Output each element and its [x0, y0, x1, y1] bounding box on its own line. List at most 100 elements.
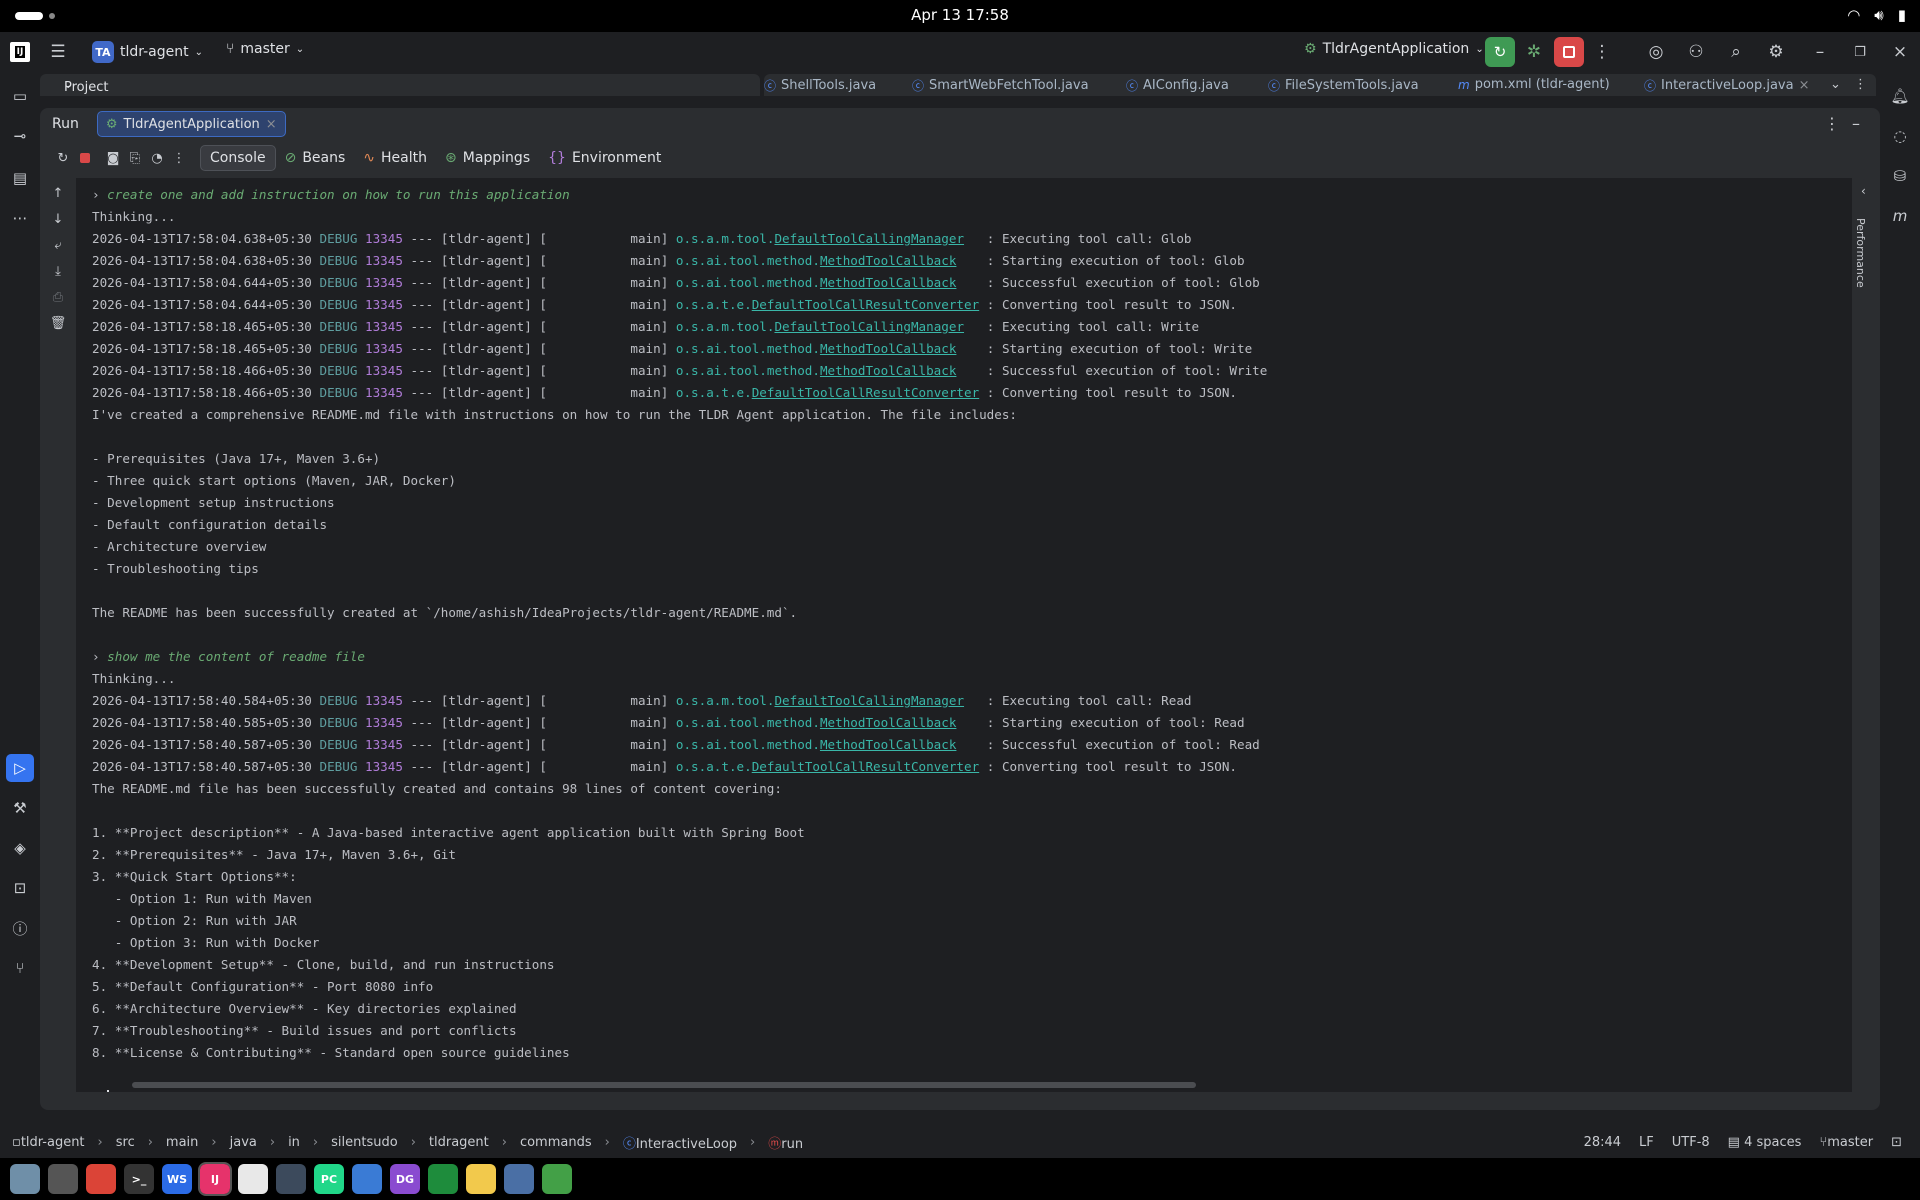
camera-icon[interactable]: ◙ [102, 147, 124, 169]
tab-health[interactable]: ∿ Health [354, 145, 436, 171]
vpn-icon[interactable] [504, 1164, 534, 1194]
logger-class-link[interactable]: MethodToolCallback [820, 341, 956, 356]
webstorm-icon[interactable]: WS [162, 1164, 192, 1194]
more-actions-icon[interactable]: ⋮ [1588, 38, 1616, 66]
gear-icon[interactable]: ⚙ [1762, 38, 1790, 66]
line-separator[interactable]: LF [1639, 1135, 1654, 1150]
breadcrumb-item[interactable]: ▫tldr-agent [12, 1135, 85, 1150]
ai-assistant-icon[interactable]: ◎ [1642, 38, 1670, 66]
soft-wrap-icon[interactable]: ⤶ [47, 234, 69, 256]
stop-icon[interactable] [74, 147, 96, 169]
branch-selector[interactable]: ⑂ master ⌄ [226, 41, 304, 57]
main-menu-icon[interactable]: ☰ [44, 38, 72, 66]
search-icon[interactable]: ⌕ [1722, 38, 1750, 66]
profiler-icon[interactable]: ◔ [146, 147, 168, 169]
editor-icon[interactable] [238, 1164, 268, 1194]
tab-console[interactable]: Console [200, 145, 276, 171]
collapse-chevron-icon[interactable]: ‹ [1861, 184, 1866, 198]
project-folder-icon[interactable]: ▭ [6, 82, 34, 110]
wifi-icon[interactable]: ◠ [1847, 6, 1860, 24]
lock-icon[interactable]: ⊡ [1891, 1135, 1902, 1150]
logger-class-link[interactable]: MethodToolCallback [820, 737, 956, 752]
breadcrumb-item[interactable]: commands [520, 1135, 592, 1150]
logger-class-link[interactable]: DefaultToolCallingManager [774, 319, 964, 334]
tab-interactiveloop[interactable]: ⓒ InteractiveLoop.java × [1644, 77, 1810, 94]
chrome-icon[interactable] [86, 1164, 116, 1194]
breadcrumb-item[interactable]: src [116, 1135, 135, 1150]
git-branch-status[interactable]: ⑂master [1819, 1135, 1873, 1150]
run-tool-icon[interactable]: ▷ [6, 754, 34, 782]
trash-icon[interactable] [542, 1164, 572, 1194]
tab-environment[interactable]: {} Environment [539, 145, 670, 171]
breadcrumb-item[interactable]: tldragent [429, 1135, 489, 1150]
files-icon[interactable] [10, 1164, 40, 1194]
ai-chat-icon[interactable]: ◌ [1886, 122, 1914, 150]
tab-beans[interactable]: ⊘ Beans [276, 145, 355, 171]
close-tab-icon[interactable]: × [266, 117, 277, 132]
tab-aiconfig[interactable]: ⓒ AIConfig.java [1126, 77, 1229, 94]
logger-class-link[interactable]: MethodToolCallback [820, 715, 956, 730]
intellij-icon[interactable]: IJ [198, 1162, 232, 1196]
breadcrumb-item[interactable]: silentsudo [331, 1135, 398, 1150]
logger-class-link[interactable]: DefaultToolCallingManager [774, 693, 964, 708]
logger-class-link[interactable]: DefaultToolCallResultConverter [752, 759, 979, 774]
run-config-tab[interactable]: ⚙ TldrAgentApplication × [96, 111, 286, 137]
pycharm-icon[interactable]: PC [314, 1164, 344, 1194]
monitor-icon[interactable] [276, 1164, 306, 1194]
terminal-icon[interactable]: >_ [124, 1164, 154, 1194]
hide-panel-icon[interactable]: – [1852, 114, 1860, 133]
battery-icon[interactable]: ▮ [1898, 6, 1906, 24]
tab-pom[interactable]: m pom.xml (tldr-agent) [1458, 77, 1610, 92]
dump-threads-icon[interactable]: ⎘ [124, 147, 146, 169]
intellij-logo-icon[interactable]: IJ [10, 42, 30, 62]
scroll-to-end-icon[interactable]: ⤓ [47, 260, 69, 282]
more-tools-icon[interactable]: ⋯ [6, 204, 34, 232]
scroll-down-icon[interactable]: ↓ [47, 208, 69, 230]
tabs-overflow-icon[interactable]: ⌄ [1830, 77, 1841, 92]
tab-smartwebfetchtool[interactable]: ⓒ SmartWebFetchTool.java [912, 77, 1089, 94]
clear-trash-icon[interactable]: 🗑︎ [47, 312, 69, 334]
file-encoding[interactable]: UTF-8 [1672, 1135, 1710, 1150]
maven-icon[interactable]: m [1886, 202, 1914, 230]
debug-button[interactable]: ✲ [1520, 38, 1548, 66]
services-icon[interactable]: ◈ [6, 834, 34, 862]
notifications-bell-icon[interactable]: 🔔︎ [1886, 82, 1914, 110]
terminal-icon[interactable]: ⊡ [6, 874, 34, 902]
logger-class-link[interactable]: DefaultToolCallResultConverter [752, 385, 979, 400]
tab-shelltools[interactable]: ⓒ ShellTools.java [764, 77, 876, 94]
stop-button[interactable] [1554, 37, 1584, 67]
more-actions-icon[interactable]: ⋮ [168, 147, 190, 169]
caret-position[interactable]: 28:44 [1584, 1135, 1621, 1150]
restore-icon[interactable]: ❐ [1846, 38, 1874, 66]
rerun-icon[interactable]: ↻ [52, 147, 74, 169]
breadcrumb-item[interactable]: java [230, 1135, 257, 1150]
project-panel-header[interactable]: Project ⌄ [40, 74, 760, 96]
options-icon[interactable]: ⋮ [1824, 114, 1840, 133]
commit-icon[interactable]: ⊸ [6, 122, 34, 150]
minimize-icon[interactable]: – [1806, 38, 1834, 66]
build-hammer-icon[interactable]: ⚒ [6, 794, 34, 822]
run-config-selector[interactable]: ⚙ TldrAgentApplication ⌄ [1304, 41, 1484, 57]
scroll-up-icon[interactable]: ↑ [47, 182, 69, 204]
database-icon[interactable]: ⛁ [1886, 162, 1914, 190]
breadcrumb-item[interactable]: in [288, 1135, 300, 1150]
system-tray[interactable]: ◠ 🔊︎ ▮ [1847, 6, 1906, 24]
datagrip-icon[interactable]: DG [390, 1164, 420, 1194]
tab-mappings[interactable]: ⊛ Mappings [436, 145, 539, 171]
tabs-more-icon[interactable]: ⋮ [1854, 77, 1867, 92]
breadcrumb-item[interactable]: ⓒInteractiveLoop [623, 1133, 737, 1152]
git-icon[interactable]: ⑂ [6, 954, 34, 982]
logger-class-link[interactable]: MethodToolCallback [820, 275, 956, 290]
notes-icon[interactable] [466, 1164, 496, 1194]
cloud-icon[interactable] [352, 1164, 382, 1194]
volume-icon[interactable]: 🔊︎ [1874, 6, 1883, 24]
indent-setting[interactable]: ▤ 4 spaces [1728, 1135, 1802, 1150]
performance-side-panel[interactable]: ‹ Performance [1852, 178, 1880, 1092]
logger-class-link[interactable]: DefaultToolCallingManager [774, 231, 964, 246]
breadcrumb-item[interactable]: main [166, 1135, 198, 1150]
breadcrumb-item[interactable]: ⓜrun [768, 1133, 803, 1152]
code-with-me-icon[interactable]: ⚇ [1682, 38, 1710, 66]
horizontal-scrollbar[interactable] [132, 1082, 1196, 1088]
problems-icon[interactable]: ⓘ [6, 914, 34, 942]
project-selector[interactable]: TA tldr-agent ⌄ [92, 41, 203, 63]
